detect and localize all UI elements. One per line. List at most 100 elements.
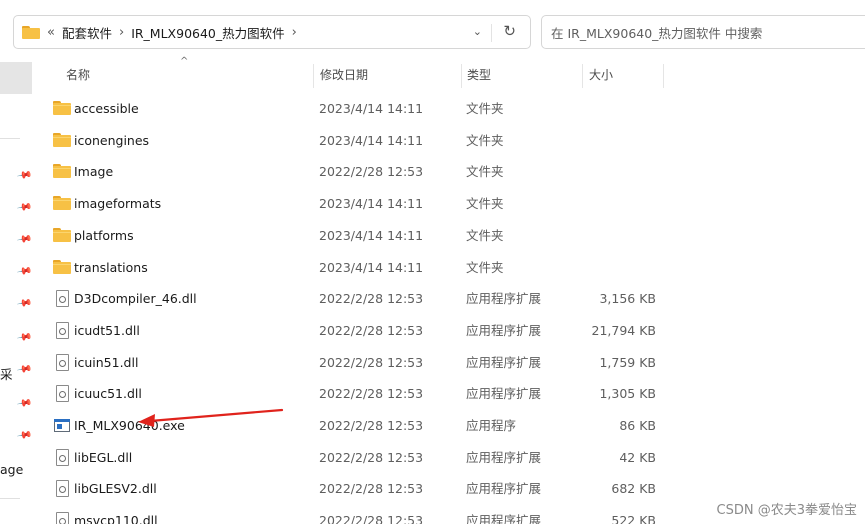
file-row[interactable]: icuuc51.dll 2022/2/28 12:53 应用程序扩展 1,305… [33,378,865,410]
file-date: 2022/2/28 12:53 [319,513,424,524]
file-type: 文件夹 [466,132,504,148]
file-name[interactable]: icuin51.dll [74,347,138,379]
file-row[interactable]: Image 2022/2/28 12:53 文件夹 [33,156,865,188]
file-row[interactable]: imageformats 2023/4/14 14:11 文件夹 [33,188,865,220]
crumb-overflow-chevron[interactable]: « [47,25,55,40]
divider [491,24,492,42]
file-row[interactable]: iconengines 2023/4/14 14:11 文件夹 [33,125,865,157]
pin-icon[interactable]: 📌 [16,295,33,311]
dll-file-icon [53,321,71,339]
nav-item-label[interactable]: 采 [0,364,13,383]
pin-icon[interactable]: 📌 [16,427,33,443]
file-name[interactable]: libGLESV2.dll [74,473,157,505]
breadcrumb-item[interactable]: IR_MLX90640_热力图软件 [131,23,284,42]
chevron-right-icon[interactable]: › [119,25,124,40]
file-name[interactable]: translations [74,252,148,284]
file-size [583,188,656,220]
file-size: 522 KB [611,513,656,524]
file-date: 2022/2/28 12:53 [319,481,424,497]
dll-file-icon [53,353,71,371]
file-name[interactable]: icuuc51.dll [74,378,142,410]
chevron-right-icon[interactable]: › [292,25,297,40]
pin-icon[interactable]: 📌 [16,231,33,247]
file-type: 文件夹 [466,196,504,212]
folder-icon [22,25,40,39]
file-type: 文件夹 [466,259,504,275]
file-name[interactable]: icudt51.dll [74,315,140,347]
file-size: 1,759 KB [599,354,656,370]
file-date: 2023/4/14 14:11 [319,132,424,148]
file-row[interactable]: icudt51.dll 2022/2/28 12:53 应用程序扩展 21,79… [33,315,865,347]
divider [0,138,20,139]
address-bar[interactable]: « 配套软件 › IR_MLX90640_热力图软件 › ⌄ ↻ [13,15,531,49]
file-date: 2022/2/28 12:53 [319,418,424,433]
exe-app-icon [53,417,71,434]
file-row[interactable]: libEGL.dll 2022/2/28 12:53 应用程序扩展 42 KB [33,442,865,474]
divider [0,498,20,499]
file-type: 文件夹 [466,101,504,116]
file-row[interactable]: IR_MLX90640.exe 2022/2/28 12:53 应用程序 86 … [33,410,865,442]
file-date: 2023/4/14 14:11 [319,101,424,116]
sort-ascending-icon: ^ [180,56,189,67]
file-name[interactable]: Image [74,156,113,188]
file-date: 2023/4/14 14:11 [319,259,424,275]
address-toolbar: « 配套软件 › IR_MLX90640_热力图软件 › ⌄ ↻ 在 IR_ML… [0,0,865,62]
file-type: 文件夹 [466,164,504,180]
pin-icon[interactable]: 📌 [16,361,33,377]
file-size: 1,305 KB [599,386,656,402]
file-size [583,220,656,252]
pin-icon[interactable]: 📌 [16,167,33,183]
dll-file-icon [53,385,71,403]
file-size: 42 KB [619,449,656,465]
file-name[interactable]: accessible [74,93,139,125]
file-size: 21,794 KB [591,322,656,338]
search-input[interactable]: 在 IR_MLX90640_热力图软件 中搜索 [541,15,865,49]
file-size: 3,156 KB [599,291,656,307]
file-date: 2022/2/28 12:53 [319,449,424,465]
folder-icon [53,132,71,149]
file-row[interactable]: D3Dcompiler_46.dll 2022/2/28 12:53 应用程序扩… [33,283,865,315]
file-name[interactable]: platforms [74,220,134,252]
pin-icon[interactable]: 📌 [16,263,33,279]
folder-icon [53,227,71,244]
file-name[interactable]: libEGL.dll [74,442,132,474]
file-type: 文件夹 [466,227,504,243]
column-header-size[interactable]: 大小 [589,62,613,90]
file-size [583,93,656,125]
column-header-name[interactable]: 名称 [66,62,90,90]
pin-icon[interactable]: 📌 [16,395,33,411]
file-row[interactable]: platforms 2023/4/14 14:11 文件夹 [33,220,865,252]
file-type: 应用程序扩展 [466,354,542,370]
column-divider[interactable] [313,64,314,88]
file-date: 2023/4/14 14:11 [319,196,424,212]
refresh-icon[interactable]: ↻ [503,22,516,40]
file-type: 应用程序扩展 [466,481,542,497]
column-header-type[interactable]: 类型 [467,62,491,90]
file-name[interactable]: D3Dcompiler_46.dll [74,283,197,315]
column-divider[interactable] [663,64,664,88]
nav-item-selected[interactable] [0,62,32,94]
file-date: 2022/2/28 12:53 [319,386,424,402]
file-type: 应用程序 [466,418,517,433]
file-name[interactable]: msvcp110.dll [74,505,158,524]
nav-item-label[interactable]: age [0,462,23,477]
file-row[interactable]: accessible 2023/4/14 14:11 文件夹 [33,93,865,125]
pin-icon[interactable]: 📌 [16,199,33,215]
column-divider[interactable] [461,64,462,88]
file-date: 2022/2/28 12:53 [319,322,424,338]
column-header-date[interactable]: 修改日期 [320,62,368,90]
pin-icon[interactable]: 📌 [16,329,33,345]
column-divider[interactable] [582,64,583,88]
file-name[interactable]: iconengines [74,125,149,157]
folder-icon [53,100,71,117]
file-name[interactable]: IR_MLX90640.exe [74,410,185,442]
file-size: 86 KB [619,418,656,433]
file-size [583,156,656,188]
file-row[interactable]: icuin51.dll 2022/2/28 12:53 应用程序扩展 1,759… [33,347,865,379]
chevron-down-icon[interactable]: ⌄ [473,25,482,38]
file-row[interactable]: translations 2023/4/14 14:11 文件夹 [33,252,865,284]
folder-icon [53,195,71,212]
file-size: 682 KB [611,481,656,497]
breadcrumb-item[interactable]: 配套软件 [62,23,112,42]
file-name[interactable]: imageformats [74,188,161,220]
